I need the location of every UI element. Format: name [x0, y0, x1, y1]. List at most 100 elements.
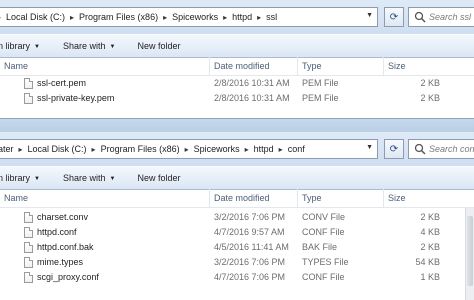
- include-in-library-button[interactable]: in library▼: [0, 41, 52, 51]
- share-with-button[interactable]: Share with ▼: [52, 41, 126, 51]
- address-dropdown-icon[interactable]: ▼: [366, 12, 373, 19]
- breadcrumb-truncated[interactable]: ater: [0, 144, 17, 154]
- file-icon: [24, 78, 33, 89]
- new-folder-button[interactable]: New folder: [126, 173, 191, 183]
- file-type: PEM File: [302, 78, 339, 88]
- breadcrumb-separator[interactable]: ▸: [243, 145, 251, 154]
- search-icon: [414, 143, 426, 155]
- file-row[interactable]: mime.types 3/2/2016 7:06 PM TYPES File 5…: [0, 255, 474, 270]
- breadcrumb-spiceworks[interactable]: Spiceworks: [169, 12, 221, 22]
- column-header-size[interactable]: Size: [384, 189, 474, 207]
- address-bar[interactable]: ater ▸ Local Disk (C:) ▸ Program Files (…: [0, 139, 378, 159]
- breadcrumb-httpd[interactable]: httpd: [229, 12, 255, 22]
- search-placeholder: Search conf: [429, 144, 474, 154]
- file-date: 4/7/2016 9:57 AM: [214, 227, 285, 237]
- scrollbar-thumb[interactable]: [467, 216, 473, 286]
- file-date: 3/2/2016 7:06 PM: [214, 257, 286, 267]
- column-header-date-modified[interactable]: Date modified: [210, 57, 298, 75]
- file-name: charset.conv: [37, 212, 89, 222]
- search-icon: [414, 11, 426, 23]
- chevron-down-icon: ▼: [34, 176, 40, 182]
- file-type: CONF File: [302, 272, 345, 282]
- search-input[interactable]: Search ssl: [408, 7, 474, 27]
- address-bar-row: ▸ Local Disk (C:) ▸ Program Files (x86) …: [0, 0, 474, 34]
- column-header-type[interactable]: Type: [298, 189, 384, 207]
- chevron-down-icon: ▼: [34, 44, 40, 50]
- vertical-scrollbar[interactable]: [465, 208, 474, 300]
- breadcrumb-httpd[interactable]: httpd: [251, 144, 277, 154]
- refresh-icon[interactable]: ⟳: [384, 139, 404, 159]
- chevron-down-icon: ▼: [109, 176, 116, 182]
- column-header-date-modified[interactable]: Date modified: [210, 189, 298, 207]
- window-gap: [0, 118, 474, 133]
- file-name: httpd.conf: [37, 227, 77, 237]
- breadcrumb-ssl[interactable]: ssl: [263, 12, 280, 22]
- include-in-library-button[interactable]: in library▼: [0, 173, 52, 183]
- file-name: ssl-cert.pem: [37, 78, 87, 88]
- chevron-down-icon: ▼: [109, 44, 116, 50]
- breadcrumb-separator[interactable]: ▸: [161, 13, 169, 22]
- breadcrumb-separator[interactable]: ▸: [183, 145, 191, 154]
- file-icon: [24, 242, 33, 253]
- file-name: httpd.conf.bak: [37, 242, 94, 252]
- share-with-button[interactable]: Share with ▼: [52, 173, 126, 183]
- file-icon: [24, 212, 33, 223]
- file-row[interactable]: httpd.conf 4/7/2016 9:57 AM CONF File 4 …: [0, 225, 474, 240]
- file-row[interactable]: charset.conv 3/2/2016 7:06 PM CONV File …: [0, 210, 474, 225]
- breadcrumb-separator[interactable]: ▸: [90, 145, 98, 154]
- file-row[interactable]: ssl-private-key.pem 2/8/2016 10:31 AM PE…: [0, 91, 474, 106]
- breadcrumb-separator[interactable]: ▸: [277, 145, 285, 154]
- file-row[interactable]: scgi_proxy.conf 4/7/2016 7:06 PM CONF Fi…: [0, 270, 474, 285]
- file-size: 4 KB: [420, 227, 440, 237]
- file-name: scgi_proxy.conf: [37, 272, 99, 282]
- file-date: 2/8/2016 10:31 AM: [214, 78, 290, 88]
- breadcrumb-local-disk[interactable]: Local Disk (C:): [3, 12, 68, 22]
- breadcrumb-program-files[interactable]: Program Files (x86): [76, 12, 161, 22]
- file-size: 54 KB: [415, 257, 440, 267]
- address-bar-row: ater ▸ Local Disk (C:) ▸ Program Files (…: [0, 132, 474, 166]
- file-size: 2 KB: [420, 242, 440, 252]
- column-header-name[interactable]: Name: [0, 189, 210, 207]
- breadcrumb-local-disk[interactable]: Local Disk (C:): [25, 144, 90, 154]
- file-size: 1 KB: [420, 272, 440, 282]
- address-bar[interactable]: ▸ Local Disk (C:) ▸ Program Files (x86) …: [0, 7, 378, 27]
- search-placeholder: Search ssl: [429, 12, 472, 22]
- file-size: 2 KB: [420, 78, 440, 88]
- command-bar: in library▼ Share with▼ New folder: [0, 166, 474, 190]
- breadcrumb-separator[interactable]: ▸: [255, 13, 263, 22]
- breadcrumb-spiceworks[interactable]: Spiceworks: [191, 144, 243, 154]
- column-header-size[interactable]: Size: [384, 57, 474, 75]
- column-headers: Name Date modified Type Size: [0, 57, 474, 76]
- file-type: CONV File: [302, 212, 346, 222]
- file-date: 3/2/2016 7:06 PM: [214, 212, 286, 222]
- file-type: BAK File: [302, 242, 338, 252]
- breadcrumb-separator[interactable]: ▸: [68, 13, 76, 22]
- search-input[interactable]: Search conf: [408, 139, 474, 159]
- file-size: 2 KB: [420, 212, 440, 222]
- file-row[interactable]: httpd.conf.bak 4/5/2016 11:41 AM BAK Fil…: [0, 240, 474, 255]
- file-name: ssl-private-key.pem: [37, 93, 115, 103]
- file-size: 2 KB: [420, 93, 440, 103]
- file-icon: [24, 272, 33, 283]
- file-icon: [24, 93, 33, 104]
- file-date: 2/8/2016 10:31 AM: [214, 93, 290, 103]
- file-row[interactable]: ssl-cert.pem 2/8/2016 10:31 AM PEM File …: [0, 76, 474, 91]
- file-icon: [24, 227, 33, 238]
- new-folder-button[interactable]: New folder: [126, 41, 191, 51]
- file-date: 4/5/2016 11:41 AM: [214, 242, 289, 252]
- file-type: TYPES File: [302, 257, 349, 267]
- column-headers: Name Date modified Type Size: [0, 189, 474, 208]
- file-list: ssl-cert.pem 2/8/2016 10:31 AM PEM File …: [0, 76, 474, 106]
- breadcrumb-program-files[interactable]: Program Files (x86): [98, 144, 183, 154]
- file-list: charset.conv 3/2/2016 7:06 PM CONV File …: [0, 210, 474, 285]
- column-header-type[interactable]: Type: [298, 57, 384, 75]
- column-header-name[interactable]: Name: [0, 57, 210, 75]
- breadcrumb-conf[interactable]: conf: [285, 144, 308, 154]
- file-icon: [24, 257, 33, 268]
- file-date: 4/7/2016 7:06 PM: [214, 272, 286, 282]
- breadcrumb-separator[interactable]: ▸: [221, 13, 229, 22]
- refresh-icon[interactable]: ⟳: [384, 7, 404, 27]
- file-type: PEM File: [302, 93, 339, 103]
- address-dropdown-icon[interactable]: ▼: [366, 144, 373, 151]
- breadcrumb-separator[interactable]: ▸: [17, 145, 25, 154]
